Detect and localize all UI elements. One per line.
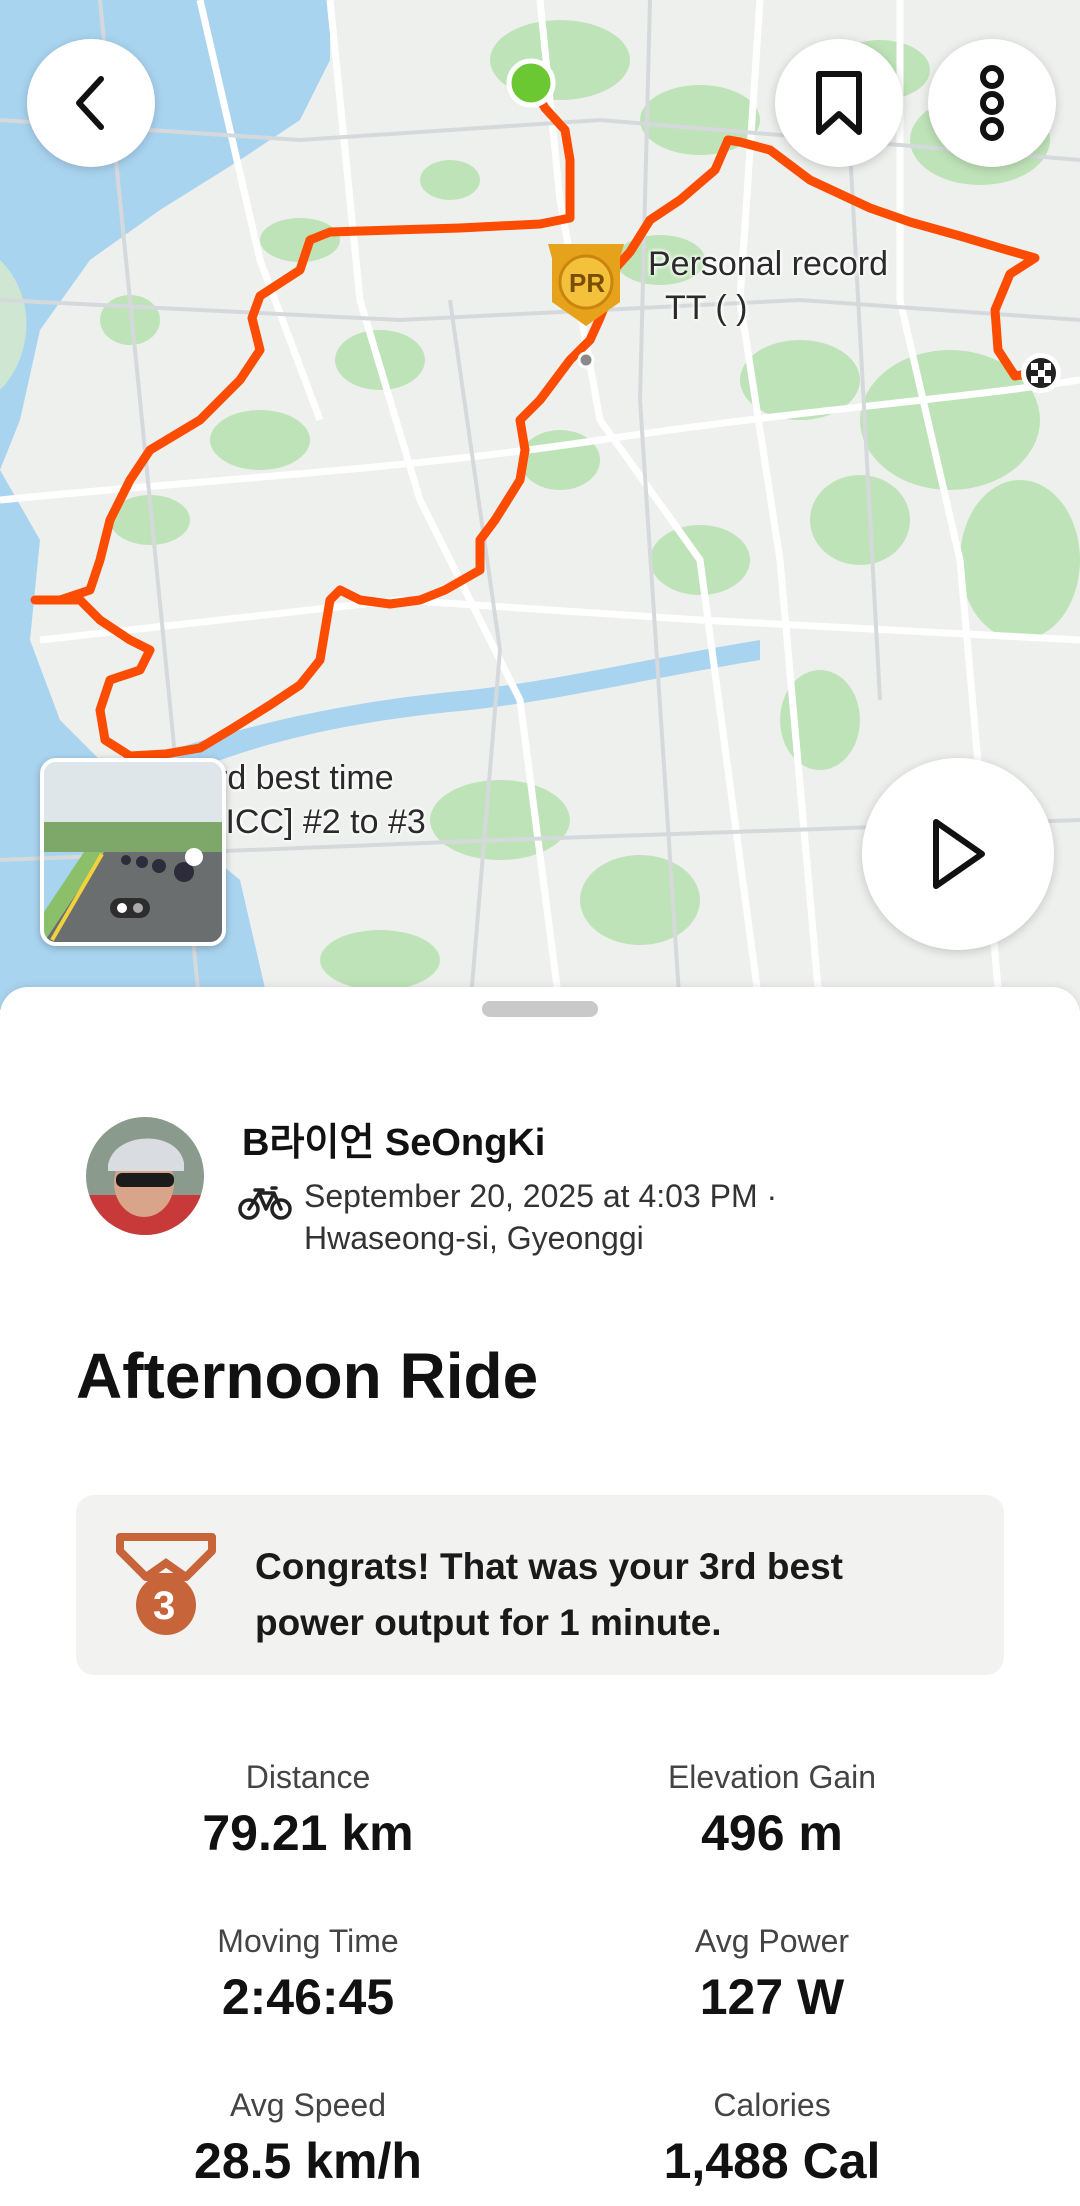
stat-moving-time: Moving Time 2:46:45 [78,1921,538,2029]
stat-calories: Calories 1,488 Cal [542,2085,1002,2193]
stat-value: 127 W [699,1969,845,2025]
ride-photo-thumbnail[interactable] [40,758,226,946]
stat-value: 2:46:45 [221,1969,395,2025]
stat-avg-power: Avg Power 127 W [542,1921,1002,2029]
more-options-button[interactable] [928,39,1056,167]
start-marker [506,58,556,108]
achievement-text: Congrats! That was your 3rd best power o… [255,1546,843,1643]
pr-badge-text: PR [569,268,606,298]
bookmark-icon [816,71,862,135]
stat-label: Avg Speed [230,2087,386,2123]
save-route-button[interactable] [775,39,903,167]
chevron-left-icon [76,76,104,130]
stat-label: Moving Time [217,1923,399,1959]
athlete-name[interactable]: B라이언 SeOngKi [242,1111,545,1166]
pr-segment-label: Personal record [648,245,889,283]
bike-icon [238,1186,292,1220]
stat-label: Elevation Gain [667,1759,877,1795]
ride-location: Hwaseong-si, Gyeonggi [304,1220,644,1256]
stat-distance: Distance 79.21 km [78,1757,538,1865]
sheet-drag-handle[interactable] [482,1001,598,1017]
more-vertical-icon [980,65,1004,141]
stat-label: Avg Power [694,1923,850,1959]
flyover-play-button[interactable] [862,758,1054,950]
stat-value: 28.5 km/h [194,2133,422,2189]
ride-date: September 20, 2025 at 4:03 PM · [304,1178,778,1214]
pr-segment-name: TT ( ) [665,289,748,327]
ride-photo-image [44,762,222,942]
stat-value: 496 m [701,1805,843,1861]
finish-marker [1021,353,1061,393]
route-map[interactable]: PR Personal record TT ( ) rd best time [… [0,0,1080,1010]
avatar-image [86,1117,204,1235]
stat-label: Distance [245,1759,371,1795]
stat-value: 1,488 Cal [663,2133,881,2189]
segment-rank-label: [ICC] #2 to #3 [216,803,426,841]
best-time-label: rd best time [216,759,394,797]
medal-rank: 3 [153,1584,176,1628]
stat-elevation-gain: Elevation Gain 496 m [542,1757,1002,1865]
activity-details-sheet[interactable]: B라이언 SeOngKi September 20, 2025 at 4:03 … [0,987,1080,2206]
back-button[interactable] [27,39,155,167]
stat-avg-speed: Avg Speed 28.5 km/h [78,2085,538,2193]
stat-value: 79.21 km [202,1805,414,1861]
stat-label: Calories [713,2087,831,2123]
ride-meta: September 20, 2025 at 4:03 PM · Hwaseong… [304,1175,777,1259]
avatar[interactable] [86,1117,204,1235]
achievement-card[interactable]: 3 Congrats! That was your 3rd best power… [76,1495,1004,1675]
activity-title: Afternoon Ride [76,1340,539,1412]
play-icon [933,819,985,889]
